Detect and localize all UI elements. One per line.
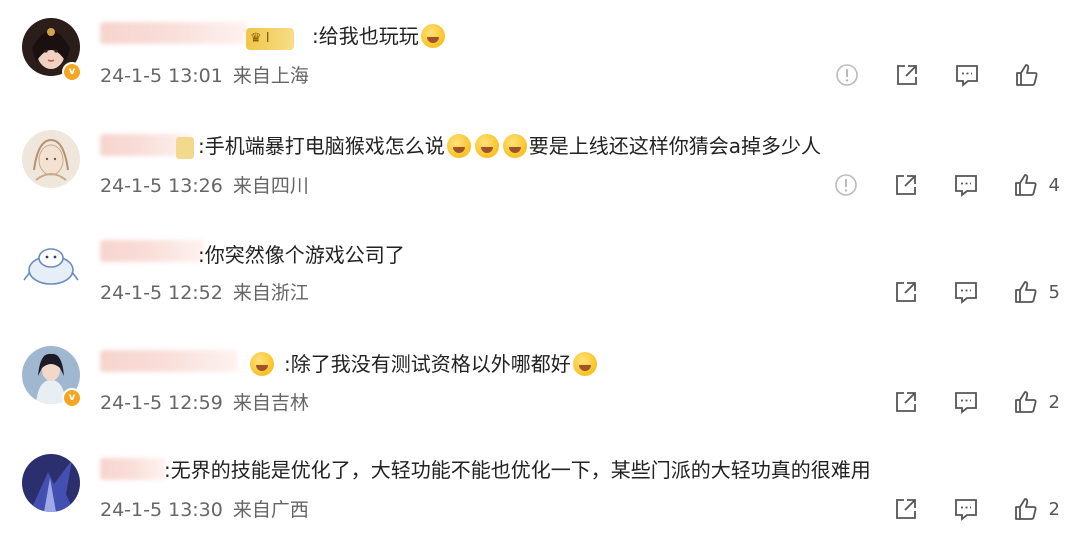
like-button[interactable]: 5	[1013, 279, 1060, 305]
reply-button[interactable]	[953, 172, 979, 198]
share-icon	[897, 65, 917, 85]
like-count: 2	[1048, 498, 1060, 520]
comment-item: :无界的技能是优化了，大轻功能不能也优化一下，某些门派的大轻功真的很难用 24-…	[0, 436, 1080, 546]
comment-text-content: :除了我没有测试资格以外哪都好	[284, 352, 571, 376]
comment-actions: 4	[799, 171, 1060, 199]
reply-button[interactable]	[953, 496, 979, 522]
comment-meta: 24-1-5 12:52 来自浙江	[100, 280, 309, 306]
shush-emoji-icon	[446, 134, 471, 158]
comment-icon	[954, 175, 977, 197]
avatar-image	[22, 454, 80, 512]
comment-icon	[954, 282, 977, 304]
avatar[interactable]	[22, 236, 80, 294]
like-icon	[1014, 174, 1037, 196]
comment-text: :除了我没有测试资格以外哪都好	[248, 350, 599, 378]
report-icon	[834, 174, 857, 196]
shush-emoji-icon	[474, 134, 499, 158]
comment-date: 24-1-5 12:52	[100, 282, 223, 304]
comment-date: 24-1-5 13:30	[100, 499, 223, 521]
shush-emoji-icon	[502, 134, 527, 158]
comment-icon	[954, 499, 977, 521]
like-count: 5	[1048, 281, 1060, 303]
comment-meta: 24-1-5 13:26 来自四川	[100, 173, 309, 199]
comment-actions: 2	[859, 495, 1060, 523]
comment-item: v :除了我没有测试资格以外哪都好 24-1-5 12:59 来自吉林 2	[0, 330, 1080, 440]
share-button[interactable]	[893, 279, 919, 305]
comment-location: 来自四川	[232, 175, 309, 197]
verified-badge-icon: v	[62, 62, 82, 82]
crown-icon: ♛	[250, 31, 262, 46]
comment-text-content: :无界的技能是优化了，大轻功能不能也优化一下，某些门派的大轻功真的很难用	[164, 458, 871, 482]
comment-actions: 2	[859, 388, 1060, 416]
comment-text-part-2: 要是上线还这样你猜会a掉多少人	[528, 134, 822, 158]
share-icon	[895, 282, 916, 302]
like-count: 2	[1048, 391, 1060, 413]
avatar[interactable]	[22, 454, 80, 512]
like-icon	[1014, 391, 1037, 413]
comment-location: 来自广西	[232, 499, 309, 521]
comment-date: 24-1-5 13:01	[100, 65, 223, 87]
reply-button[interactable]	[953, 279, 979, 305]
comment-text-content: :给我也玩玩	[312, 24, 419, 48]
like-count: 4	[1048, 174, 1060, 196]
comment-location: 来自上海	[232, 65, 309, 87]
comment-text: :手机端暴打电脑猴戏怎么说 要是上线还这样你猜会a掉多少人	[198, 132, 821, 160]
like-button[interactable]: 2	[1013, 496, 1060, 522]
comment-icon	[954, 392, 977, 414]
like-button[interactable]	[1014, 62, 1060, 88]
report-icon	[836, 64, 858, 86]
share-button[interactable]	[894, 62, 920, 88]
badge-level-label: Ⅰ	[265, 31, 270, 46]
comment-meta: 24-1-5 13:01 来自上海	[100, 63, 309, 89]
share-button[interactable]	[893, 496, 919, 522]
laughing-emoji-icon	[420, 24, 445, 48]
username-blurred[interactable]	[100, 240, 204, 262]
share-icon	[895, 175, 916, 195]
share-icon	[895, 499, 916, 519]
comment-item: v ♛ Ⅰ :给我也玩玩 24-1-5 13:01 来自上海	[0, 0, 1080, 110]
comment-icon	[956, 65, 978, 87]
comment-date: 24-1-5 12:59	[100, 392, 223, 414]
comment-location: 来自浙江	[232, 282, 309, 304]
comment-text: :给我也玩玩	[312, 22, 447, 50]
sweat-emoji-icon	[572, 352, 597, 376]
fan-level-badge: ♛ Ⅰ	[246, 28, 294, 50]
like-icon	[1016, 64, 1038, 86]
comment-meta: 24-1-5 13:30 来自广西	[100, 497, 309, 523]
avatar-image	[22, 236, 80, 294]
username-blurred[interactable]	[100, 22, 248, 44]
comment-actions: 5	[859, 278, 1060, 306]
fan-badge-icon	[176, 137, 194, 159]
comment-text: :无界的技能是优化了，大轻功能不能也优化一下，某些门派的大轻功真的很难用	[164, 456, 871, 484]
comment-date: 24-1-5 13:26	[100, 175, 223, 197]
comment-text-part-1: :手机端暴打电脑猴戏怎么说	[198, 134, 445, 158]
reply-button[interactable]	[954, 62, 980, 88]
comment-item: :手机端暴打电脑猴戏怎么说 要是上线还这样你猜会a掉多少人 24-1-5 13:2…	[0, 110, 1080, 220]
share-icon	[895, 392, 916, 412]
avatar-image	[22, 130, 80, 188]
share-button[interactable]	[893, 389, 919, 415]
like-icon	[1014, 498, 1037, 520]
reply-button[interactable]	[953, 389, 979, 415]
comment-meta: 24-1-5 12:59 来自吉林	[100, 390, 309, 416]
report-button[interactable]	[834, 62, 860, 88]
comment-item: :你突然像个游戏公司了 24-1-5 12:52 来自浙江 5	[0, 220, 1080, 330]
username-blurred[interactable]	[100, 350, 238, 372]
crying-emoji-icon	[250, 352, 274, 376]
comment-actions	[800, 61, 1060, 89]
like-button[interactable]: 2	[1013, 389, 1060, 415]
comment-text-content: :你突然像个游戏公司了	[198, 243, 405, 267]
username-blurred[interactable]	[100, 458, 166, 480]
comment-text: :你突然像个游戏公司了	[198, 241, 405, 269]
comment-location: 来自吉林	[232, 392, 309, 414]
avatar[interactable]	[22, 130, 80, 188]
like-button[interactable]: 4	[1013, 172, 1060, 198]
verified-badge-icon: v	[62, 388, 82, 408]
share-button[interactable]	[893, 172, 919, 198]
like-icon	[1014, 281, 1037, 303]
report-button[interactable]	[833, 172, 859, 198]
